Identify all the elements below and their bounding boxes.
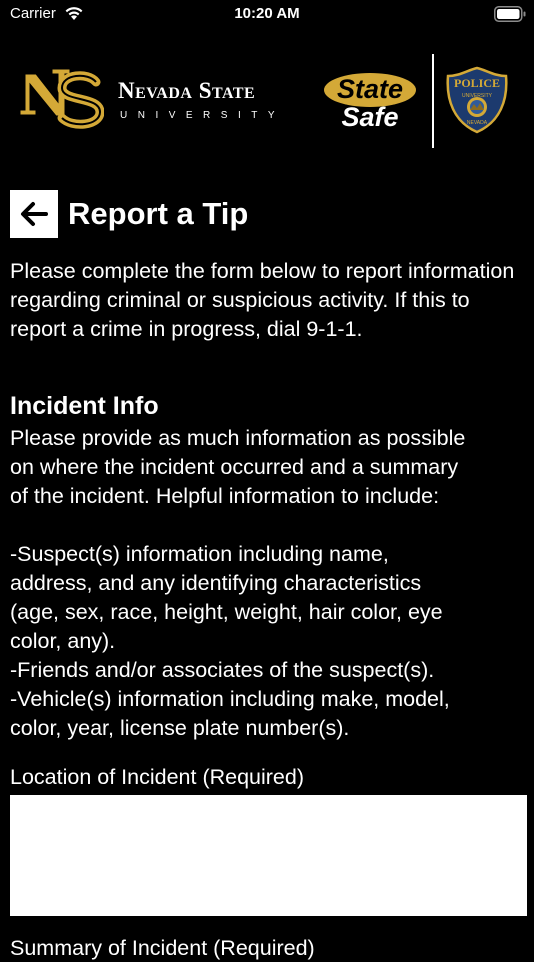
instruction-line: address, and any identifying characteris… [10, 571, 422, 595]
instruction-line: Please provide as much information as po… [10, 426, 466, 450]
status-bar: Carrier 10:20 AM [0, 0, 534, 28]
location-input[interactable] [10, 795, 527, 916]
instruction-line: on where the incident occurred and a sum… [10, 455, 459, 479]
instruction-line: (age, sex, race, height, weight, hair co… [10, 600, 443, 624]
instruction-line: color, any). [10, 629, 116, 653]
back-button[interactable] [10, 190, 58, 238]
instruction-line: color, year, license plate number(s). [10, 716, 350, 740]
summary-label: Summary of Incident (Required) [10, 936, 315, 960]
badge-nevada-text: NEVADA [467, 120, 488, 126]
page-title: Report a Tip [68, 196, 249, 231]
header-divider [432, 54, 434, 148]
statesafe-line2: Safe [341, 102, 398, 132]
instruction-line: of the incident. Helpful information to … [10, 484, 440, 508]
instruction-line: -Suspect(s) information including name, [10, 542, 389, 566]
police-badge-icon: POLICE UNIVERSITY NEVADA [446, 66, 508, 134]
arrow-left-icon [21, 202, 48, 226]
instruction-line: -Friends and/or associates of the suspec… [10, 658, 435, 682]
badge-police-text: POLICE [454, 76, 500, 90]
incident-info-instructions: Please provide as much information as po… [10, 424, 534, 743]
header-banner: Nevada State UNIVERSITY State Safe POLIC… [0, 50, 534, 150]
instruction-line: -Vehicle(s) information including make, … [10, 687, 450, 711]
intro-text: Please complete the form below to report… [10, 259, 515, 341]
location-label: Location of Incident (Required) [10, 765, 305, 789]
statesafe-line1: State [337, 74, 403, 104]
statesafe-logo: State Safe [324, 73, 416, 132]
battery-icon [494, 6, 526, 22]
incident-info-heading: Incident Info [10, 392, 159, 420]
nevada-state-monogram-logo [19, 68, 104, 129]
university-name: Nevada State [118, 78, 256, 103]
university-subtitle: UNIVERSITY [120, 110, 286, 121]
instruction-line-blank [10, 511, 534, 540]
status-time: 10:20 AM [234, 5, 300, 22]
